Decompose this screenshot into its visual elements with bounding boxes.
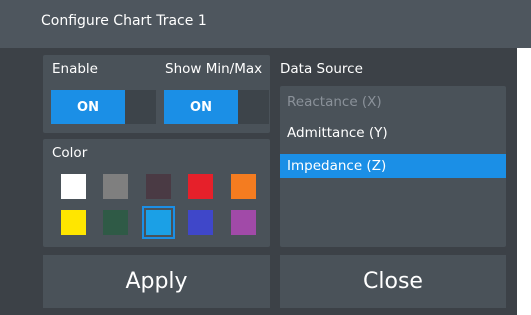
close-button[interactable]: Close [280,255,506,308]
enable-toggle[interactable]: ON [51,90,156,124]
color-label: Color [52,145,88,161]
configure-chart-trace-dialog: Configure Chart Trace 1 Enable Show Min/… [0,0,531,315]
enable-label: Enable [52,61,98,77]
apply-button[interactable]: Apply [43,255,270,308]
data-source-item-admittance[interactable]: Admittance (Y) [280,121,506,145]
color-swatch-white[interactable] [61,174,86,199]
background-edge [517,48,531,315]
show-minmax-toggle-on: ON [164,90,238,124]
color-swatch-orange[interactable] [231,174,256,199]
show-minmax-toggle[interactable]: ON [164,90,269,124]
color-swatch-dark-green[interactable] [103,210,128,235]
enable-toggle-on: ON [51,90,125,124]
color-swatch-light-blue[interactable] [142,206,175,239]
color-swatch-red[interactable] [188,174,213,199]
color-swatch-dark-maroon[interactable] [146,174,171,199]
show-minmax-label: Show Min/Max [165,61,263,77]
title-bar: Configure Chart Trace 1 [0,0,531,48]
data-source-label: Data Source [280,61,363,77]
dialog-title: Configure Chart Trace 1 [41,13,207,29]
data-source-item-impedance[interactable]: Impedance (Z) [280,154,506,178]
color-swatch-blue[interactable] [188,210,213,235]
color-swatch-purple[interactable] [231,210,256,235]
color-swatch-yellow[interactable] [61,210,86,235]
enable-toggle-knob [125,92,153,122]
data-source-item-reactance[interactable]: Reactance (X) [280,90,506,114]
show-minmax-toggle-knob [238,92,266,122]
color-swatch-gray[interactable] [103,174,128,199]
